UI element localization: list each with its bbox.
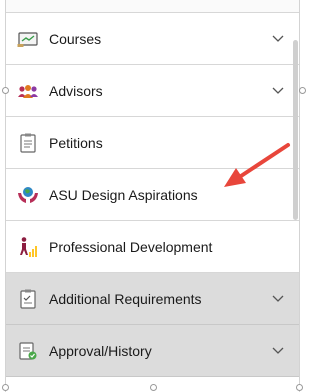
resize-handle-bottom-left[interactable] [2, 384, 9, 391]
menu-item-courses[interactable]: Courses [6, 13, 299, 65]
resize-handle-left[interactable] [2, 87, 9, 94]
menu-item-label: ASU Design Aspirations [49, 186, 198, 203]
courses-icon [17, 28, 39, 50]
menu-item-label: Additional Requirements [49, 290, 202, 307]
additional-requirements-icon [17, 288, 39, 310]
chevron-down-icon[interactable] [271, 84, 285, 98]
professional-development-icon [17, 236, 39, 258]
menu-item-additional-requirements[interactable]: Additional Requirements [6, 273, 299, 325]
chevron-down-icon[interactable] [271, 292, 285, 306]
design-aspirations-icon [17, 184, 39, 206]
resize-handle-right[interactable] [299, 87, 306, 94]
chevron-down-icon[interactable] [271, 344, 285, 358]
menu-item-label: Courses [49, 30, 102, 47]
menu-item-label: Approval/History [49, 342, 152, 359]
advisors-icon [17, 80, 39, 102]
chevron-down-icon[interactable] [271, 32, 285, 46]
menu-top-edge [6, 0, 299, 13]
menu-item-advisors[interactable]: Advisors [6, 65, 299, 117]
menu-item-asu-design-aspirations[interactable]: ASU Design Aspirations [6, 169, 299, 221]
menu-item-approval-history[interactable]: Approval/History [6, 325, 299, 377]
side-menu-panel: Courses Advisors Petitions ASU Design As… [5, 0, 300, 392]
resize-handle-bottom-center[interactable] [150, 384, 157, 391]
petitions-icon [17, 132, 39, 154]
resize-handle-bottom-right[interactable] [296, 384, 303, 391]
menu-item-petitions[interactable]: Petitions [6, 117, 299, 169]
menu-item-label: Professional Development [49, 238, 213, 255]
menu-item-label: Petitions [49, 134, 103, 151]
approval-history-icon [17, 340, 39, 362]
menu-item-professional-development[interactable]: Professional Development [6, 221, 299, 273]
menu-item-label: Advisors [49, 82, 103, 99]
scrollbar[interactable] [293, 40, 298, 220]
